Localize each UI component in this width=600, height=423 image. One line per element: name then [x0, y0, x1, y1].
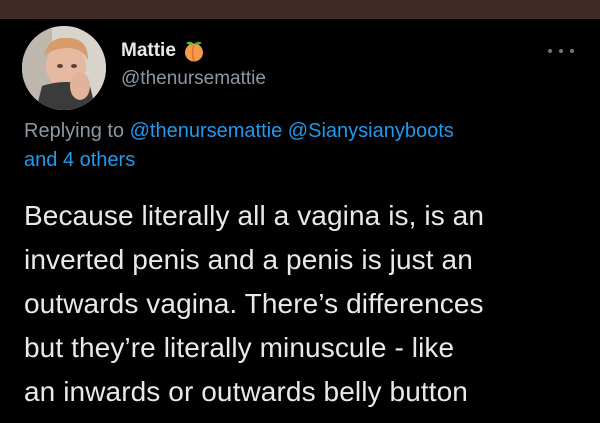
screenshot: Mattie @thenursemattie Replying to @then…	[0, 0, 600, 423]
more-dot	[570, 49, 574, 53]
others-link[interactable]: and 4 others	[24, 149, 135, 171]
avatar[interactable]	[22, 26, 106, 110]
reply-context: Replying to @thenursemattie @Sianysianyb…	[24, 117, 584, 175]
tweet-text: Because literally all a vagina is, is an…	[24, 200, 485, 407]
more-dot	[559, 49, 563, 53]
author-name-row: Mattie	[121, 38, 206, 64]
author-handle[interactable]: @thenursemattie	[121, 67, 266, 91]
more-options-icon[interactable]	[548, 44, 574, 58]
top-strip	[0, 0, 600, 19]
reply-prefix: Replying to	[24, 120, 125, 142]
mention-link-1[interactable]: @thenursemattie	[130, 120, 283, 142]
display-name[interactable]: Mattie	[121, 38, 176, 64]
mention-link-2[interactable]: @Sianysianyboots	[288, 120, 454, 142]
more-dot	[548, 49, 552, 53]
peach-emoji-icon	[182, 39, 206, 63]
tweet-card: Mattie @thenursemattie Replying to @then…	[0, 19, 600, 423]
avatar-photo	[22, 26, 106, 110]
